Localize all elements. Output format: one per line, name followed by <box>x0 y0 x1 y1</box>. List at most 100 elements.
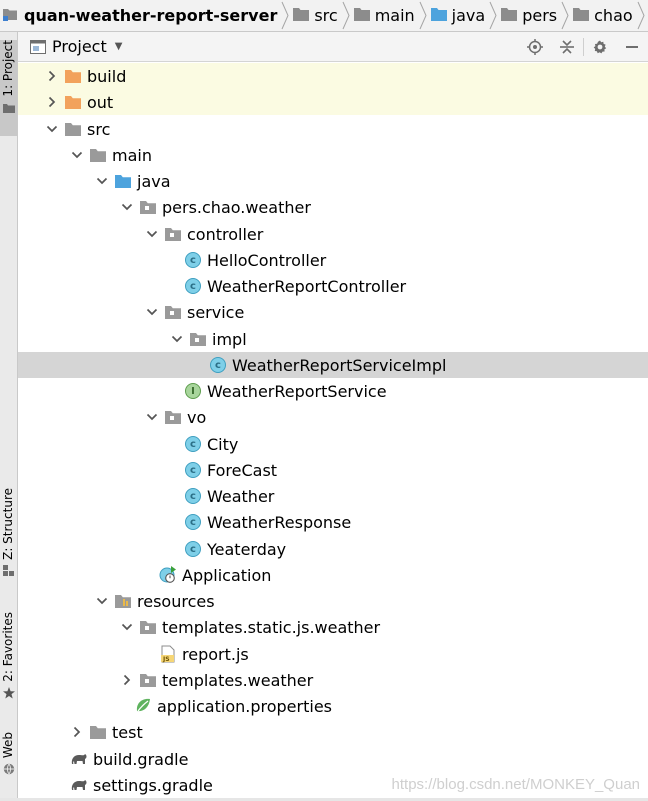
tree-row[interactable]: impl <box>18 326 648 352</box>
tree-row[interactable]: build <box>18 63 648 89</box>
tree-row[interactable]: src <box>18 116 648 142</box>
tree-row[interactable]: test <box>18 719 648 745</box>
chevron-down-icon[interactable] <box>119 194 135 220</box>
dropdown-triangle-icon[interactable]: ▼ <box>115 41 123 52</box>
tree-row[interactable]: c ForeCast <box>18 457 648 483</box>
tree-item-label: application.properties <box>157 696 332 716</box>
chevron-down-icon[interactable] <box>94 168 110 194</box>
project-folder-icon <box>2 99 15 113</box>
tab-web-label: Web <box>1 732 15 759</box>
breadcrumb-item-weather[interactable]: weather <box>645 0 648 31</box>
chevron-down-icon[interactable] <box>69 142 85 168</box>
collapse-all-icon[interactable] <box>551 32 583 61</box>
tree-row[interactable]: c HelloController <box>18 247 648 273</box>
breadcrumb-item-src[interactable]: src <box>289 0 341 31</box>
tree-row[interactable]: c Yeaterday <box>18 536 648 562</box>
chevron-down-icon[interactable] <box>169 326 185 352</box>
breadcrumb-label: src <box>314 6 338 25</box>
breadcrumb-label: java <box>451 6 486 25</box>
tree-item-label: service <box>187 302 245 322</box>
tree-row[interactable]: resources <box>18 588 648 614</box>
gradle-icon <box>70 776 88 794</box>
tree-item-label: controller <box>187 224 264 244</box>
source-folder-icon <box>430 6 447 25</box>
folder-icon <box>353 6 370 25</box>
globe-icon <box>3 760 15 775</box>
tree-item-label: WeatherReportServiceImpl <box>232 355 447 375</box>
tree-row[interactable]: application.properties <box>18 693 648 719</box>
class-icon: c <box>184 513 202 531</box>
tree-item-label: WeatherReportService <box>207 381 387 401</box>
module-folder-icon <box>2 6 18 26</box>
source-folder-icon <box>114 172 132 190</box>
tree-row[interactable]: templates.weather <box>18 667 648 693</box>
tab-structure[interactable]: Z: Structure <box>0 488 17 584</box>
class-icon: c <box>184 277 202 295</box>
tree-row[interactable]: c WeatherReportController <box>18 273 648 299</box>
tree-row[interactable]: main <box>18 142 648 168</box>
chevron-down-icon[interactable] <box>144 404 160 430</box>
project-tree[interactable]: build out src main java pers.chao.weathe… <box>18 62 648 801</box>
chevron-down-icon[interactable] <box>94 588 110 614</box>
folder-icon <box>293 6 310 25</box>
breadcrumb-item-java[interactable]: java <box>427 0 490 31</box>
package-icon <box>189 330 207 348</box>
tab-web[interactable]: Web <box>0 732 17 788</box>
tree-item-label: java <box>137 171 171 191</box>
tree-item-label: out <box>87 92 114 112</box>
tree-row[interactable]: I WeatherReportService <box>18 378 648 404</box>
chevron-right-icon[interactable] <box>44 63 60 89</box>
breadcrumb-item-chao[interactable]: chao <box>569 0 637 31</box>
package-icon <box>164 225 182 243</box>
tree-row[interactable]: vo <box>18 404 648 430</box>
tree-row[interactable]: c WeatherResponse <box>18 509 648 535</box>
project-view-icon <box>30 39 46 54</box>
chevron-right-icon[interactable] <box>119 667 135 693</box>
settings-gear-icon[interactable] <box>584 32 616 61</box>
tree-row-selected[interactable]: c WeatherReportServiceImpl <box>18 352 648 378</box>
tree-row[interactable]: c Weather <box>18 483 648 509</box>
chevron-right-icon[interactable] <box>44 89 60 115</box>
chevron-down-icon[interactable] <box>144 299 160 325</box>
tree-row[interactable]: service <box>18 299 648 325</box>
breadcrumb-item-pers[interactable]: pers <box>497 0 561 31</box>
tab-favorites[interactable]: 2: Favorites <box>0 612 17 708</box>
tree-row[interactable]: build.gradle <box>18 746 648 772</box>
structure-icon <box>2 562 15 576</box>
breadcrumb-label: chao <box>594 6 633 25</box>
folder-orange-icon <box>64 67 82 85</box>
breadcrumb: quan-weather-report-server src main java… <box>0 0 648 32</box>
tab-structure-label: Z: Structure <box>1 488 15 560</box>
tree-item-label: WeatherResponse <box>207 512 352 532</box>
package-icon <box>139 198 157 216</box>
tab-project[interactable]: 1: Project <box>0 40 17 136</box>
tree-item-label: ForeCast <box>207 460 278 480</box>
tree-row[interactable]: pers.chao.weather <box>18 194 648 220</box>
js-file-icon: JS <box>159 645 177 663</box>
panel-title[interactable]: Project <box>52 37 107 56</box>
resources-folder-icon <box>114 592 132 610</box>
locate-icon[interactable] <box>519 32 551 61</box>
breadcrumb-item-main[interactable]: main <box>350 0 419 31</box>
tree-row[interactable]: Application <box>18 562 648 588</box>
tree-item-label: src <box>87 119 111 139</box>
tree-row[interactable]: c City <box>18 431 648 457</box>
tree-row[interactable]: java <box>18 168 648 194</box>
chevron-down-icon[interactable] <box>119 614 135 640</box>
chevron-down-icon[interactable] <box>144 221 160 247</box>
tree-row[interactable]: JS report.js <box>18 641 648 667</box>
watermark-text: https://blog.csdn.net/MONKEY_Quan <box>391 776 640 793</box>
chevron-right-icon <box>561 0 569 31</box>
panel-toolbar <box>519 32 648 61</box>
breadcrumb-item-module[interactable]: quan-weather-report-server <box>0 0 281 31</box>
star-icon <box>2 684 15 699</box>
tree-row[interactable]: templates.static.js.weather <box>18 614 648 640</box>
folder-icon <box>501 6 518 25</box>
chevron-right-icon[interactable] <box>69 719 85 745</box>
tree-item-label: settings.gradle <box>93 775 213 795</box>
hide-icon[interactable] <box>616 32 648 61</box>
tree-item-label: resources <box>137 591 215 611</box>
chevron-down-icon[interactable] <box>44 116 60 142</box>
tree-row[interactable]: controller <box>18 221 648 247</box>
tree-row[interactable]: out <box>18 89 648 115</box>
